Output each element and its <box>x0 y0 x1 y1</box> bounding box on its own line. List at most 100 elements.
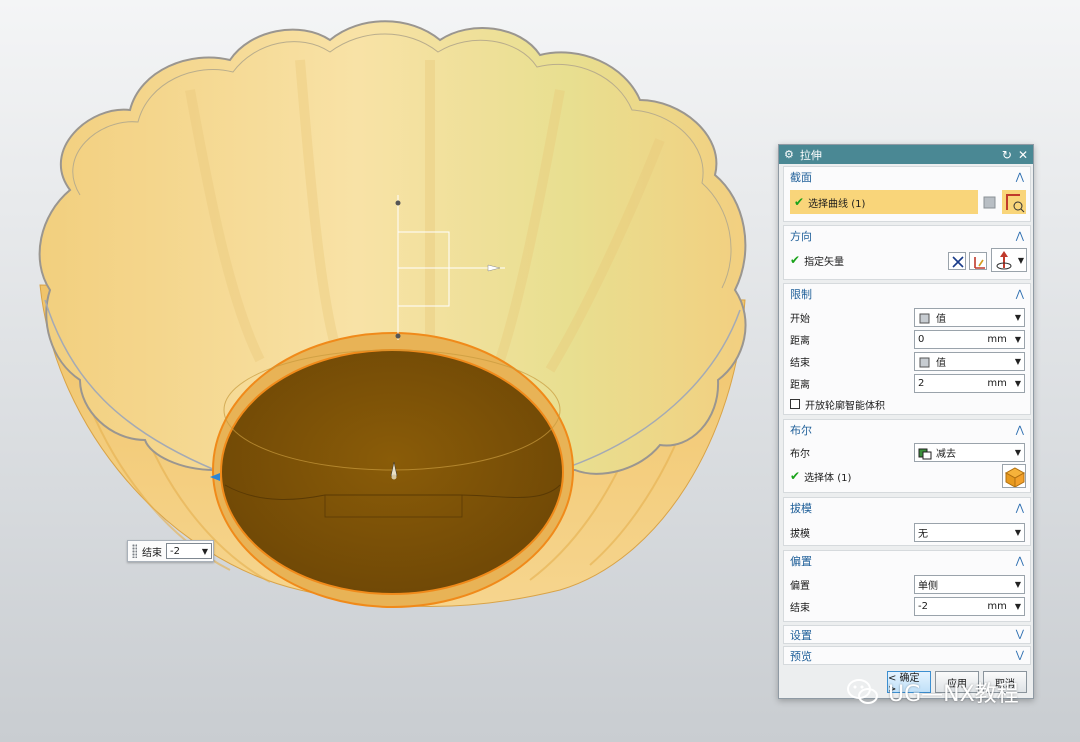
open-profile-checkbox[interactable] <box>790 399 800 409</box>
offset-header-label: 偏置 <box>790 555 812 568</box>
start-select[interactable]: 值 ▼ <box>914 308 1025 327</box>
vector-type-dropdown[interactable]: ▼ <box>991 248 1027 272</box>
onscreen-end-value: -2 <box>170 545 180 557</box>
select-body-row[interactable]: ✔ 选择体 (1) <box>790 466 1024 486</box>
collapse-icon[interactable]: ⋀ <box>1016 172 1024 183</box>
reverse-direction-icon[interactable] <box>948 252 966 270</box>
select-curve-label: 选择曲线 (1) <box>808 198 866 210</box>
sketch-section-icon[interactable] <box>982 194 998 210</box>
specify-vector-label: 指定矢量 <box>804 256 845 268</box>
chevron-down-icon[interactable]: ▼ <box>1015 335 1021 344</box>
draft-header-label: 拔模 <box>790 502 812 515</box>
chevron-down-icon[interactable]: ▼ <box>202 547 208 556</box>
drag-grip-icon[interactable] <box>132 544 137 558</box>
offset-select[interactable]: 单侧 ▼ <box>914 575 1025 594</box>
open-profile-row: 开放轮廓智能体积 <box>790 394 1024 414</box>
draft-select[interactable]: 无 ▼ <box>914 523 1025 542</box>
boolean-label: 布尔 <box>790 448 810 460</box>
direction-header[interactable]: 方向 ⋀ <box>784 226 1030 246</box>
select-curve-row[interactable]: ✔ 选择曲线 (1) <box>790 190 978 214</box>
distance2-unit: mm <box>987 378 1007 389</box>
dialog-titlebar: ⚙ 拉伸 ↻ ✕ <box>779 145 1033 164</box>
close-icon[interactable]: ✕ <box>1018 149 1028 161</box>
offset-value: 单侧 <box>918 581 938 592</box>
boolean-select[interactable]: 减去 ▼ <box>914 443 1025 462</box>
limits-header-label: 限制 <box>790 288 812 301</box>
preview-header-label: 预览 <box>790 649 812 663</box>
direction-group: 方向 ⋀ ✔ 指定矢量 ▼ <box>783 225 1031 280</box>
draft-label: 拔模 <box>790 528 810 540</box>
section-group: 截面 ⋀ ✔ 选择曲线 (1) <box>783 166 1031 222</box>
boolean-value: 减去 <box>936 449 956 460</box>
boolean-group: 布尔 ⋀ 布尔 减去 ▼ ✔ 选择体 (1) <box>783 419 1031 493</box>
offset-group: 偏置 ⋀ 偏置 单侧 ▼ 结束 -2 mm ▼ <box>783 550 1031 622</box>
chevron-down-icon[interactable]: ▼ <box>1015 379 1021 388</box>
cube-value-icon <box>919 357 930 367</box>
collapse-icon[interactable]: ⋀ <box>1016 289 1024 300</box>
section-header[interactable]: 截面 ⋀ <box>784 167 1030 187</box>
expand-icon[interactable]: ⋁ <box>1016 629 1024 640</box>
end-value: 值 <box>936 358 946 369</box>
onscreen-end-label: 结束 <box>142 547 162 559</box>
offset-label: 偏置 <box>790 580 810 592</box>
onscreen-end-field[interactable]: -2 ▼ <box>166 543 212 559</box>
distance1-value: 0 <box>918 334 925 345</box>
collapse-icon[interactable]: ⋀ <box>1016 231 1024 242</box>
open-profile-label: 开放轮廓智能体积 <box>805 400 885 412</box>
chevron-down-icon[interactable]: ▼ <box>1015 602 1021 611</box>
cube-value-icon <box>919 313 930 323</box>
boolean-header[interactable]: 布尔 ⋀ <box>784 420 1030 440</box>
distance2-input[interactable]: 2 mm ▼ <box>914 374 1025 393</box>
collapse-icon[interactable]: ⋀ <box>1016 425 1024 436</box>
chevron-down-icon[interactable]: ▼ <box>1015 313 1021 322</box>
offset-end-value: -2 <box>918 601 928 612</box>
settings-group[interactable]: 设置 ⋁ <box>783 625 1031 644</box>
chevron-down-icon[interactable]: ▼ <box>1015 528 1021 537</box>
watermark: UG—NX教程 <box>846 672 1019 712</box>
start-label: 开始 <box>790 313 810 325</box>
draft-header[interactable]: 拔模 ⋀ <box>784 498 1030 518</box>
draft-group: 拔模 ⋀ 拔模 无 ▼ <box>783 497 1031 546</box>
chevron-down-icon[interactable]: ▼ <box>1015 448 1021 457</box>
preview-header[interactable]: 预览 ⋁ <box>784 647 1030 664</box>
chevron-down-icon[interactable]: ▼ <box>1018 256 1024 265</box>
distance2-value: 2 <box>918 378 925 389</box>
extrude-dialog: ⚙ 拉伸 ↻ ✕ 截面 ⋀ ✔ 选择曲线 (1) 方向 ⋀ ✔ 指定矢量 ▼ 限… <box>778 144 1034 699</box>
expand-icon[interactable]: ⋁ <box>1016 650 1024 661</box>
curve-selection-icon[interactable] <box>1002 190 1026 214</box>
watermark-text: UG—NX教程 <box>888 682 1019 707</box>
chevron-down-icon[interactable]: ▼ <box>1015 580 1021 589</box>
vector-dialog-icon[interactable] <box>969 252 987 270</box>
collapse-icon[interactable]: ⋀ <box>1016 503 1024 514</box>
subtract-icon <box>918 448 932 459</box>
limits-header[interactable]: 限制 ⋀ <box>784 284 1030 304</box>
distance2-label: 距离 <box>790 379 810 391</box>
settings-header-label: 设置 <box>790 628 812 642</box>
offset-end-input[interactable]: -2 mm ▼ <box>914 597 1025 616</box>
specify-vector-row: ✔ 指定矢量 <box>790 250 1024 270</box>
reset-icon[interactable]: ↻ <box>1002 149 1012 161</box>
solid-body-icon[interactable] <box>1002 464 1026 488</box>
vector-axis-icon <box>996 251 1012 270</box>
chevron-down-icon[interactable]: ▼ <box>1015 357 1021 366</box>
offset-end-unit: mm <box>987 601 1007 612</box>
select-body-label: 选择体 (1) <box>804 472 852 484</box>
distance1-input[interactable]: 0 mm ▼ <box>914 330 1025 349</box>
settings-header[interactable]: 设置 ⋁ <box>784 626 1030 643</box>
offset-end-label: 结束 <box>790 602 810 614</box>
end-label: 结束 <box>790 357 810 369</box>
draft-value: 无 <box>918 529 928 540</box>
checkmark-icon: ✔ <box>794 195 805 209</box>
collapse-icon[interactable]: ⋀ <box>1016 556 1024 567</box>
checkmark-icon: ✔ <box>790 469 801 483</box>
onscreen-end-input[interactable]: 结束 -2 ▼ <box>127 540 214 562</box>
end-select[interactable]: 值 ▼ <box>914 352 1025 371</box>
checkmark-icon: ✔ <box>790 253 801 267</box>
dialog-title: 拉伸 <box>799 148 822 162</box>
wechat-logo-icon <box>847 679 878 704</box>
preview-group[interactable]: 预览 ⋁ <box>783 646 1031 665</box>
gear-icon[interactable]: ⚙ <box>784 148 794 161</box>
offset-header[interactable]: 偏置 ⋀ <box>784 551 1030 571</box>
distance1-label: 距离 <box>790 335 810 347</box>
limits-group: 限制 ⋀ 开始 值 ▼ 距离 0 mm ▼ 结束 值 ▼ 距离 2 mm ▼ 开… <box>783 283 1031 415</box>
